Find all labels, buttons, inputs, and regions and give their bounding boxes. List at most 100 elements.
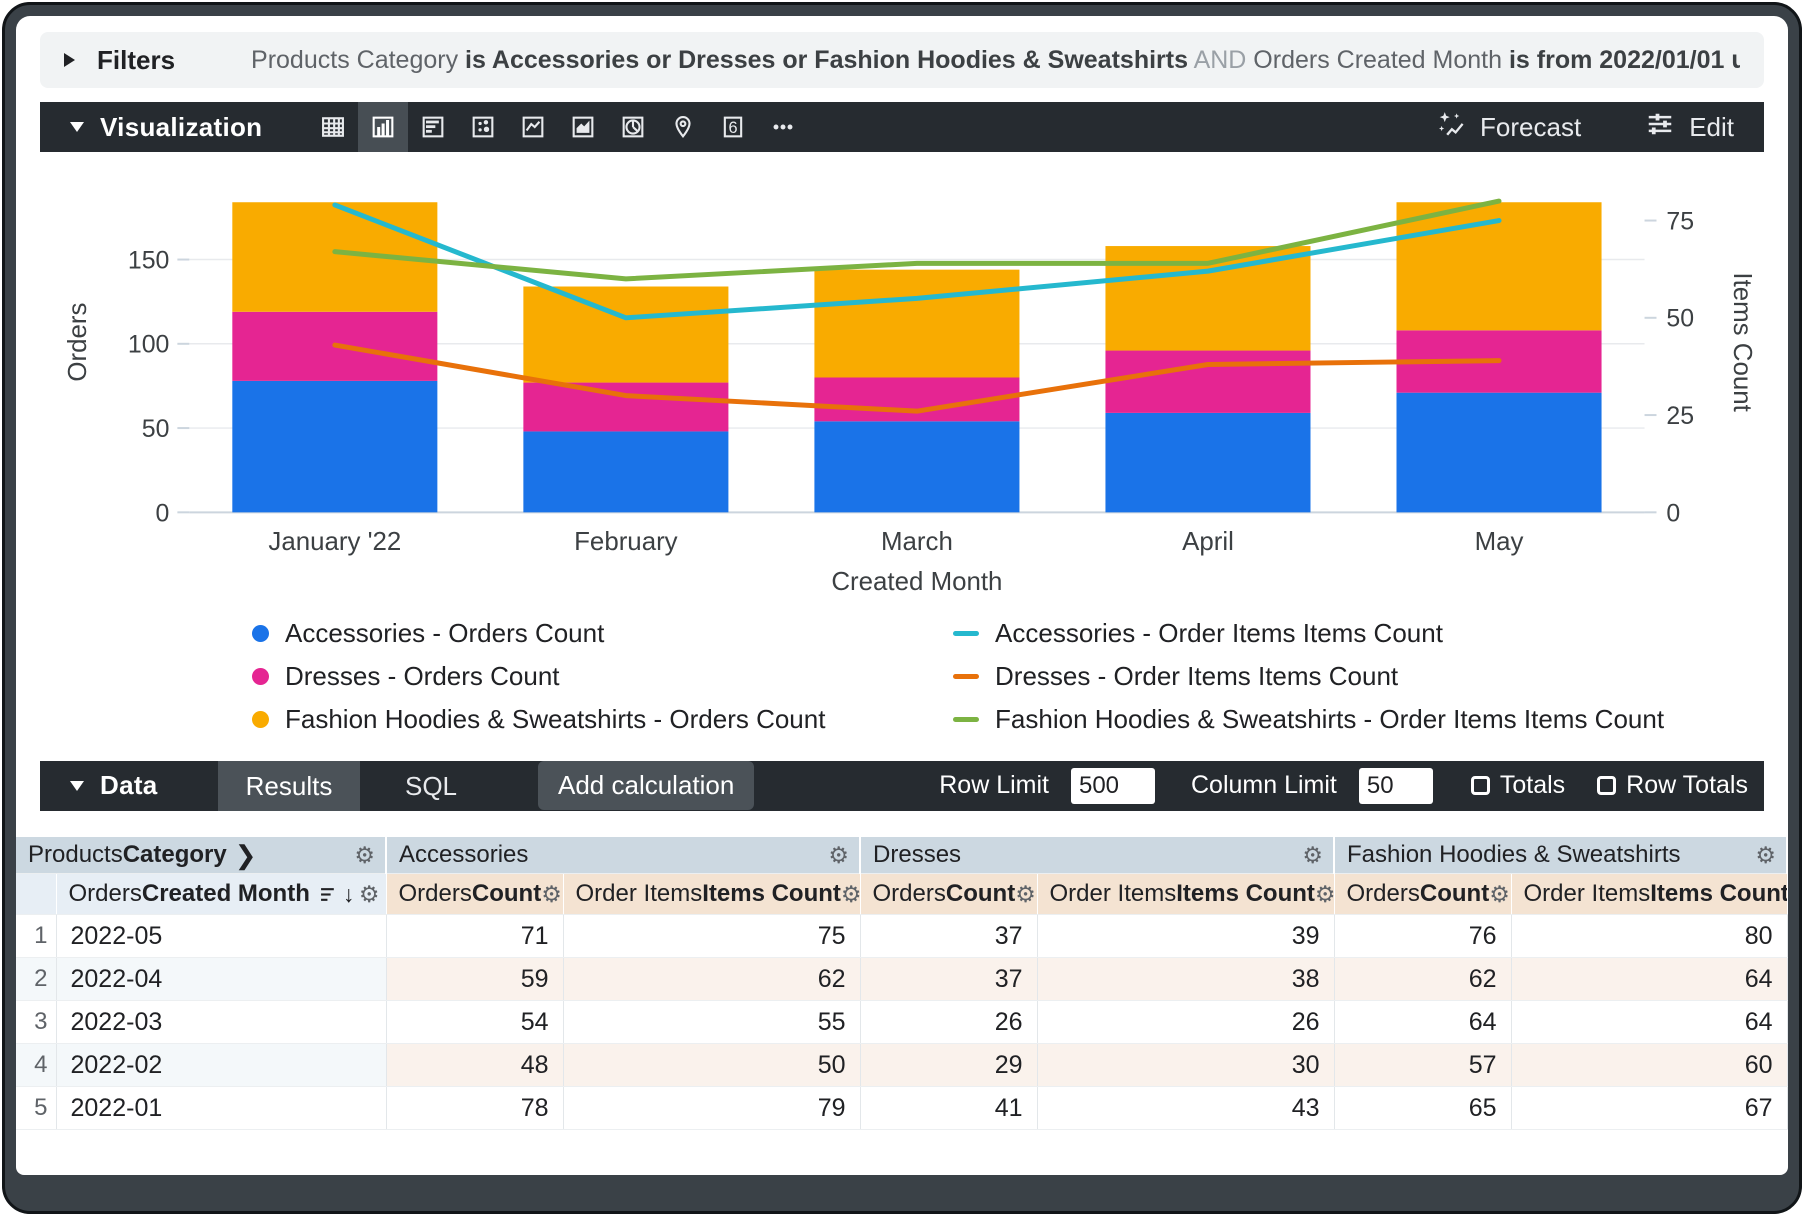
cell-value[interactable]: 26 [860, 1001, 1037, 1044]
more-viz-types-icon[interactable] [758, 102, 808, 152]
header-dresses-items-count[interactable]: Order Items Items Count⚙ [1037, 874, 1334, 915]
cell-value[interactable]: 37 [860, 958, 1037, 1001]
cell-value[interactable]: 64 [1511, 1001, 1787, 1044]
table-group-header-row: Products Category❯⚙ Accessories⚙ Dresses… [16, 837, 1787, 874]
legend-item[interactable]: Accessories - Orders Count [252, 618, 833, 649]
cell-value[interactable]: 38 [1037, 958, 1334, 1001]
header-fashion-items-count[interactable]: Order Items Items Count⚙ [1511, 874, 1787, 915]
legend-item[interactable]: Fashion Hoodies & Sweatshirts - Order It… [953, 704, 1764, 735]
cell-value[interactable]: 79 [563, 1087, 860, 1130]
cell-value[interactable]: 67 [1511, 1087, 1787, 1130]
visualization-bar: Visualization [40, 102, 1764, 152]
gear-icon[interactable]: ⚙ [841, 883, 860, 906]
cell-value[interactable]: 71 [386, 915, 563, 958]
totals-checkbox[interactable] [1471, 776, 1490, 795]
cell-month[interactable]: 2022-05 [56, 915, 386, 958]
area-chart-icon[interactable] [558, 102, 608, 152]
header-products-category[interactable]: Products Category❯⚙ [16, 837, 386, 874]
cell-value[interactable]: 64 [1334, 1001, 1511, 1044]
row-totals-checkbox[interactable] [1597, 776, 1616, 795]
header-group-accessories[interactable]: Accessories⚙ [386, 837, 860, 874]
table-chart-icon[interactable] [308, 102, 358, 152]
add-calculation-button[interactable]: Add calculation [538, 761, 754, 810]
data-collapse-icon[interactable] [70, 781, 84, 791]
scatter-chart-icon[interactable] [458, 102, 508, 152]
combo-chart[interactable]: 0501001500255075January '22FebruaryMarch… [40, 152, 1764, 612]
viz-type-picker: 6 [308, 102, 808, 152]
cell-value[interactable]: 62 [1334, 958, 1511, 1001]
legend-item[interactable]: Dresses - Order Items Items Count [953, 661, 1764, 692]
legend-item[interactable]: Dresses - Orders Count [252, 661, 833, 692]
pie-chart-icon[interactable] [608, 102, 658, 152]
cell-value[interactable]: 78 [386, 1087, 563, 1130]
visualization-collapse-icon[interactable] [70, 122, 84, 132]
single-value-icon[interactable]: 6 [708, 102, 758, 152]
header-dresses-orders-count[interactable]: Orders Count⚙ [860, 874, 1037, 915]
cell-value[interactable]: 75 [563, 915, 860, 958]
cell-month[interactable]: 2022-02 [56, 1044, 386, 1087]
tab-results[interactable]: Results [218, 761, 360, 811]
cell-value[interactable]: 54 [386, 1001, 563, 1044]
cell-value[interactable]: 62 [563, 958, 860, 1001]
legend-item[interactable]: Fashion Hoodies & Sweatshirts - Orders C… [252, 704, 833, 735]
header-accessories-items-count[interactable]: Order Items Items Count⚙ [563, 874, 860, 915]
forecast-label: Forecast [1480, 112, 1581, 143]
gear-icon[interactable]: ⚙ [1315, 883, 1334, 906]
map-pin-icon[interactable] [658, 102, 708, 152]
cell-value[interactable]: 43 [1037, 1087, 1334, 1130]
cell-value[interactable]: 30 [1037, 1044, 1334, 1087]
cell-value[interactable]: 64 [1511, 958, 1787, 1001]
forecast-button[interactable]: Forecast [1436, 109, 1581, 146]
viz-actions: Forecast Edit [1436, 109, 1764, 146]
gear-icon[interactable]: ⚙ [541, 883, 562, 906]
gear-icon[interactable]: ⚙ [1015, 883, 1036, 906]
cell-value[interactable]: 50 [563, 1044, 860, 1087]
header-group-fashion[interactable]: Fashion Hoodies & Sweatshirts⚙ [1334, 837, 1787, 874]
gear-icon[interactable]: ⚙ [359, 883, 380, 906]
svg-text:0: 0 [156, 499, 170, 527]
header-orders-created-month[interactable]: Orders Created Month ↓ ⚙ [56, 874, 386, 915]
legend-item[interactable]: Accessories - Order Items Items Count [953, 618, 1764, 649]
gear-icon[interactable]: ⚙ [828, 844, 849, 867]
cell-value[interactable]: 57 [1334, 1044, 1511, 1087]
header-fashion-orders-count[interactable]: Orders Count⚙ [1334, 874, 1511, 915]
cell-value[interactable]: 29 [860, 1044, 1037, 1087]
edit-button[interactable]: Edit [1645, 109, 1734, 146]
gear-icon[interactable]: ⚙ [354, 844, 375, 867]
svg-text:March: March [881, 528, 953, 556]
cell-value[interactable]: 41 [860, 1087, 1037, 1130]
cell-value[interactable]: 65 [1334, 1087, 1511, 1130]
filters-bar[interactable]: Filters Products Category is Accessories… [40, 32, 1764, 88]
bar-chart-icon[interactable] [408, 102, 458, 152]
table-row: 2 2022-04 59 62 37 38 62 64 [16, 958, 1787, 1001]
filters-expand-icon[interactable] [64, 53, 75, 67]
gear-icon[interactable]: ⚙ [1302, 844, 1323, 867]
svg-text:January '22: January '22 [268, 528, 401, 556]
cell-value[interactable]: 48 [386, 1044, 563, 1087]
svg-text:May: May [1475, 528, 1524, 556]
cell-value[interactable]: 39 [1037, 915, 1334, 958]
line-chart-icon[interactable] [508, 102, 558, 152]
cell-month[interactable]: 2022-03 [56, 1001, 386, 1044]
cell-value[interactable]: 55 [563, 1001, 860, 1044]
chart-area[interactable]: 0501001500255075January '22FebruaryMarch… [40, 152, 1764, 612]
cell-value[interactable]: 80 [1511, 915, 1787, 958]
row-limit-input[interactable] [1071, 768, 1155, 804]
cell-month[interactable]: 2022-01 [56, 1087, 386, 1130]
cell-value[interactable]: 76 [1334, 915, 1511, 958]
cell-month[interactable]: 2022-04 [56, 958, 386, 1001]
gear-icon[interactable]: ⚙ [1489, 883, 1510, 906]
cell-value[interactable]: 37 [860, 915, 1037, 958]
header-accessories-orders-count[interactable]: Orders Count⚙ [386, 874, 563, 915]
filter-summary: Products Category is Accessories or Dres… [251, 46, 1740, 75]
svg-text:Items Count: Items Count [1728, 272, 1756, 411]
column-limit-input[interactable] [1359, 768, 1433, 804]
tab-sql[interactable]: SQL [360, 761, 502, 811]
gear-icon[interactable]: ⚙ [1755, 844, 1776, 867]
cell-value[interactable]: 26 [1037, 1001, 1334, 1044]
column-chart-icon[interactable] [358, 102, 408, 152]
cell-value[interactable]: 60 [1511, 1044, 1787, 1087]
header-group-dresses[interactable]: Dresses⚙ [860, 837, 1334, 874]
cell-value[interactable]: 59 [386, 958, 563, 1001]
svg-text:75: 75 [1666, 207, 1694, 235]
